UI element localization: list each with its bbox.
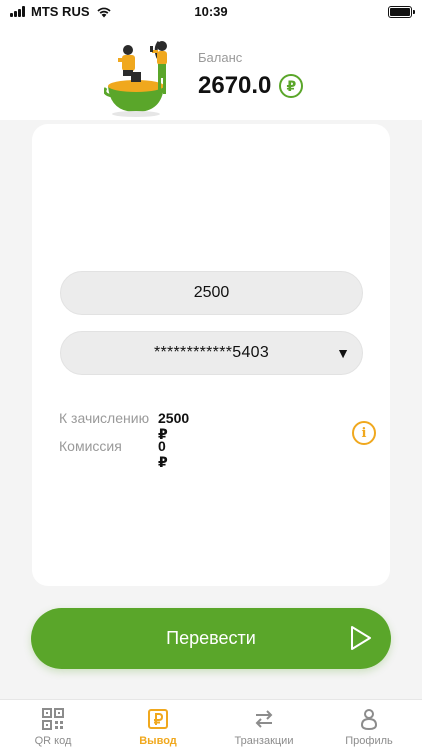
bottom-tab-bar: QR код Вывод Транзакции Профиль	[0, 699, 422, 750]
tab-profile[interactable]: Профиль	[324, 708, 414, 747]
tab-transactions[interactable]: Транзакции	[219, 708, 309, 747]
tab-label-qr: QR код	[34, 735, 72, 747]
battery-icon	[388, 6, 415, 18]
status-time: 10:39	[194, 4, 228, 19]
person-icon	[360, 709, 378, 730]
ruble-currency-icon: ₽	[279, 74, 304, 98]
people-on-cup-illustration	[104, 41, 167, 117]
tab-label-profile: Профиль	[345, 735, 393, 747]
transfer-button-label: Перевести	[166, 628, 256, 648]
fee-row: Комиссия 0 ₽	[59, 438, 168, 470]
withdraw-card: ************5403 ▼ К зачислению 2500 ₽ К…	[32, 124, 390, 586]
balance-label: Баланс	[198, 50, 243, 65]
transfer-button[interactable]: Перевести	[31, 608, 391, 669]
credit-row: К зачислению 2500 ₽	[59, 410, 189, 442]
play-icon	[351, 626, 371, 650]
fee-label: Комиссия	[59, 438, 122, 454]
tab-qr-code[interactable]: QR код	[8, 708, 98, 747]
fee-value: 0 ₽	[158, 438, 168, 470]
tab-label-transactions: Транзакции	[234, 735, 294, 747]
card-number-value: ************5403	[153, 344, 270, 361]
ruble-wallet-icon	[148, 709, 168, 729]
amount-input[interactable]	[60, 271, 363, 315]
transfer-arrows-icon	[255, 710, 273, 728]
balance-value: 2670.0	[198, 72, 272, 99]
balance-row: 2670.0 ₽	[198, 72, 304, 100]
balance-header: Баланс 2670.0 ₽	[0, 24, 422, 120]
info-icon[interactable]: i	[352, 421, 376, 445]
status-bar: MTS RUS 10:39	[0, 0, 422, 24]
credit-label: К зачислению	[59, 410, 150, 426]
tab-withdraw[interactable]: Вывод	[113, 708, 203, 747]
card-select[interactable]: ************5403 ▼	[60, 331, 363, 375]
tab-label-withdraw: Вывод	[139, 735, 177, 747]
dropdown-triangle-icon: ▼	[336, 345, 350, 361]
qr-code-icon	[42, 708, 64, 730]
